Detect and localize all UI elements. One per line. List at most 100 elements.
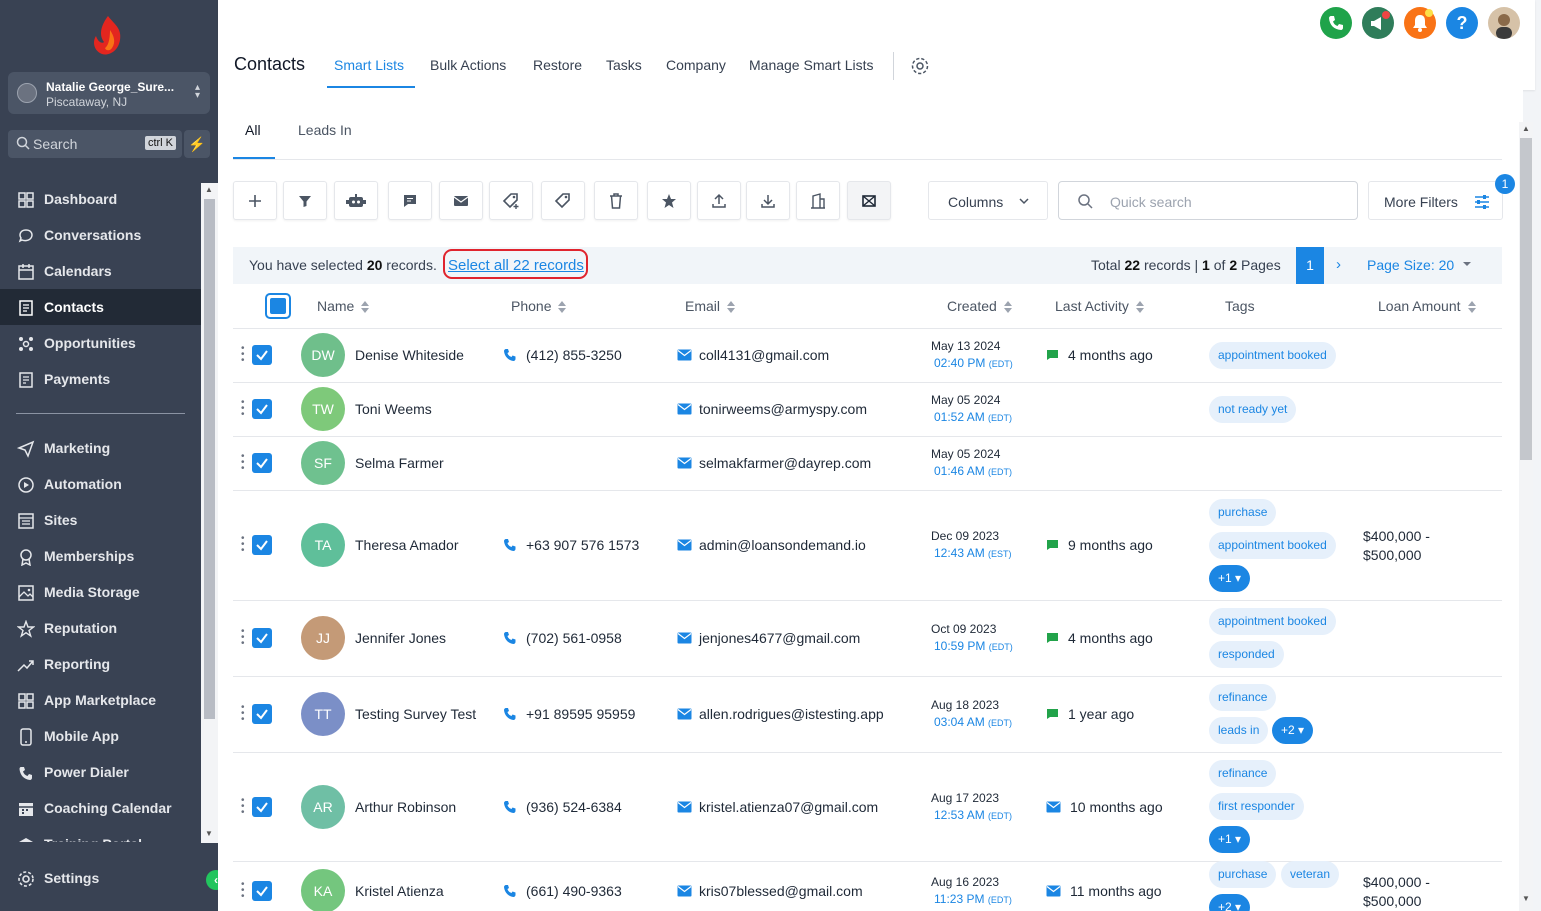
announcements-button[interactable] bbox=[1362, 7, 1394, 39]
contact-phone[interactable]: (702) 561-0958 bbox=[526, 630, 622, 646]
contact-name[interactable]: Testing Survey Test bbox=[355, 706, 476, 722]
phone-icon[interactable] bbox=[503, 631, 517, 645]
contact-email[interactable]: selmakfarmer@dayrep.com bbox=[699, 455, 871, 471]
row-checkbox[interactable] bbox=[252, 628, 272, 648]
select-all-checkbox[interactable] bbox=[265, 293, 291, 319]
tag-badge[interactable]: purchase bbox=[1209, 498, 1277, 526]
contact-name[interactable]: Arthur Robinson bbox=[355, 799, 456, 815]
drag-handle-icon[interactable]: • • • bbox=[241, 534, 245, 556]
sidebar-item-media-storage[interactable]: Media Storage bbox=[0, 574, 201, 610]
contact-email[interactable]: allen.rodrigues@istesting.app bbox=[699, 706, 884, 722]
sidebar-item-training-portal[interactable]: Training Portal bbox=[0, 826, 201, 842]
settings-gear-icon[interactable] bbox=[910, 56, 930, 76]
contact-name[interactable]: Selma Farmer bbox=[355, 455, 444, 471]
quick-action-bolt-icon[interactable]: ⚡ bbox=[184, 130, 210, 158]
drag-handle-icon[interactable]: • • • bbox=[241, 344, 245, 366]
tag-badge[interactable]: veteran bbox=[1281, 861, 1340, 888]
contact-email[interactable]: admin@loansondemand.io bbox=[699, 537, 866, 553]
email-icon[interactable] bbox=[677, 403, 692, 415]
email-icon[interactable] bbox=[677, 457, 692, 469]
sidebar-item-memberships[interactable]: Memberships bbox=[0, 538, 201, 574]
phone-icon[interactable] bbox=[503, 800, 517, 814]
phone-icon[interactable] bbox=[503, 538, 517, 552]
contact-name[interactable]: Jennifer Jones bbox=[355, 630, 446, 646]
sidebar-search-input[interactable]: Search ctrl K bbox=[8, 130, 182, 158]
contact-email[interactable]: tonirweems@armyspy.com bbox=[699, 401, 867, 417]
subtab-leads-in[interactable]: Leads In bbox=[298, 122, 352, 138]
account-switcher[interactable]: Natalie George_Sure... Piscataway, NJ ▴ ▾ bbox=[8, 72, 210, 114]
sidebar-item-settings[interactable]: Settings bbox=[0, 860, 201, 896]
more-filters-button[interactable]: More Filters bbox=[1368, 181, 1503, 220]
add-to-company-button[interactable] bbox=[796, 181, 840, 220]
tag-badge[interactable]: not ready yet bbox=[1209, 395, 1297, 423]
more-tags-button[interactable]: +1 ▾ bbox=[1209, 826, 1251, 853]
contact-phone[interactable]: (412) 855-3250 bbox=[526, 347, 622, 363]
tag-badge[interactable]: first responder bbox=[1209, 793, 1304, 820]
email-icon[interactable] bbox=[677, 539, 692, 551]
scroll-up-icon[interactable]: ▲ bbox=[1522, 124, 1530, 133]
more-tags-button[interactable]: +2 ▾ bbox=[1272, 717, 1314, 744]
phone-icon[interactable] bbox=[503, 348, 517, 362]
contact-name[interactable]: Toni Weems bbox=[355, 401, 432, 417]
column-header-email[interactable]: Email bbox=[685, 298, 736, 314]
row-checkbox[interactable] bbox=[252, 796, 272, 817]
scroll-down-icon[interactable]: ▼ bbox=[1522, 894, 1530, 903]
contact-email[interactable]: kristel.atienza07@gmail.com bbox=[699, 799, 878, 815]
sidebar-item-coaching-calendar[interactable]: Coaching Calendar bbox=[0, 790, 201, 826]
quick-search-input[interactable]: Quick search bbox=[1058, 181, 1358, 220]
sidebar-item-app-marketplace[interactable]: App Marketplace bbox=[0, 682, 201, 718]
review-request-button[interactable] bbox=[647, 181, 691, 220]
contact-phone[interactable]: (936) 524-6384 bbox=[526, 799, 622, 815]
tag-badge[interactable]: responded bbox=[1209, 641, 1284, 668]
avatar[interactable]: TW bbox=[301, 387, 345, 431]
phone-icon[interactable] bbox=[503, 884, 517, 898]
column-header-tags[interactable]: Tags bbox=[1225, 298, 1255, 314]
row-checkbox[interactable] bbox=[252, 399, 272, 419]
column-header-created[interactable]: Created bbox=[947, 298, 1013, 314]
tab-tasks[interactable]: Tasks bbox=[606, 57, 642, 73]
email-icon[interactable] bbox=[677, 349, 692, 361]
tab-smart-lists[interactable]: Smart Lists bbox=[334, 57, 404, 73]
contact-phone[interactable]: (661) 490-9363 bbox=[526, 883, 622, 899]
page-1-button[interactable]: 1 bbox=[1296, 247, 1324, 284]
email-icon[interactable] bbox=[677, 632, 692, 644]
phone-icon[interactable] bbox=[503, 707, 517, 721]
contact-name[interactable]: Theresa Amador bbox=[355, 537, 459, 553]
row-checkbox[interactable] bbox=[252, 881, 272, 901]
column-header-name[interactable]: Name bbox=[317, 298, 370, 314]
send-sms-button[interactable] bbox=[388, 181, 432, 220]
phone-call-button[interactable] bbox=[1320, 7, 1352, 39]
add-tag-button[interactable] bbox=[489, 181, 533, 220]
sidebar-scroll-thumb[interactable] bbox=[204, 199, 215, 719]
email-icon[interactable] bbox=[677, 885, 692, 897]
contact-name[interactable]: Denise Whiteside bbox=[355, 347, 464, 363]
sidebar-item-contacts[interactable]: Contacts bbox=[0, 289, 201, 325]
sidebar-item-calendars[interactable]: Calendars bbox=[0, 253, 201, 289]
contact-name[interactable]: Kristel Atienza bbox=[355, 883, 444, 899]
tab-bulk-actions[interactable]: Bulk Actions bbox=[430, 57, 506, 73]
drag-handle-icon[interactable]: • • • bbox=[241, 398, 245, 420]
sidebar-item-marketing[interactable]: Marketing bbox=[0, 430, 201, 466]
tag-badge[interactable]: appointment booked bbox=[1209, 608, 1336, 635]
contact-phone[interactable]: +63 907 576 1573 bbox=[526, 537, 639, 553]
tag-badge[interactable]: leads in bbox=[1209, 717, 1269, 744]
avatar[interactable]: DW bbox=[301, 333, 345, 377]
sidebar-item-payments[interactable]: Payments bbox=[0, 361, 201, 397]
contact-email[interactable]: coll4131@gmail.com bbox=[699, 347, 829, 363]
column-header-phone[interactable]: Phone bbox=[511, 298, 567, 314]
add-contact-button[interactable] bbox=[233, 181, 277, 220]
drag-handle-icon[interactable]: • • • bbox=[241, 452, 245, 474]
sidebar-item-conversations[interactable]: Conversations bbox=[0, 217, 201, 253]
scroll-down-icon[interactable]: ▼ bbox=[205, 829, 213, 838]
column-header-loan-amount[interactable]: Loan Amount bbox=[1378, 298, 1477, 314]
avatar[interactable]: TT bbox=[301, 692, 345, 736]
tag-badge[interactable]: refinance bbox=[1209, 760, 1277, 787]
row-checkbox[interactable] bbox=[252, 704, 272, 724]
caret-down-icon[interactable] bbox=[1462, 259, 1472, 269]
user-avatar[interactable] bbox=[1488, 7, 1520, 39]
scroll-up-icon[interactable]: ▲ bbox=[205, 185, 213, 194]
page-size-selector[interactable]: Page Size: 20 bbox=[1367, 257, 1454, 273]
help-question-icon[interactable]: ? bbox=[1446, 7, 1478, 39]
tab-manage-smart-lists[interactable]: Manage Smart Lists bbox=[749, 57, 874, 73]
import-button[interactable] bbox=[746, 181, 790, 220]
